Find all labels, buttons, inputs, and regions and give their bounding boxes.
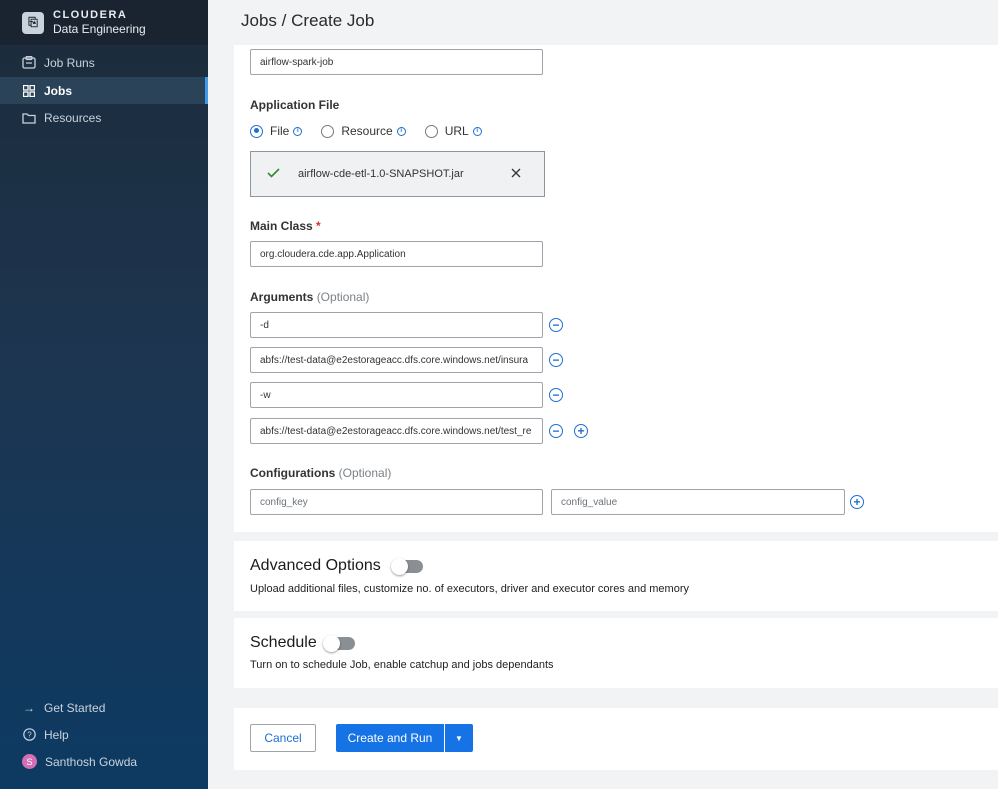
sidebar-item-label: Help <box>44 727 69 742</box>
argument-input[interactable]: -w <box>250 382 543 408</box>
create-and-run-button[interactable]: Create and Run <box>336 724 444 752</box>
help-icon: ? <box>22 728 36 742</box>
check-icon <box>267 167 280 181</box>
remove-argument-minus-icon[interactable]: − <box>549 353 563 367</box>
remove-argument-minus-icon[interactable]: − <box>549 318 563 332</box>
sidebar-item-jobs[interactable]: Jobs <box>0 77 208 104</box>
radio-file[interactable] <box>250 124 263 138</box>
advanced-options-card <box>234 541 998 611</box>
arrow-right-icon: → <box>23 700 35 715</box>
folder-icon <box>22 111 36 125</box>
sidebar-item-label: Jobs <box>44 83 73 98</box>
sidebar-item-resources[interactable]: Resources <box>0 104 208 131</box>
sidebar-item-label: Get Started <box>44 700 106 715</box>
add-config-plus-icon[interactable]: + <box>850 495 864 509</box>
chevron-down-icon: ▼ <box>455 733 463 743</box>
radio-url-label[interactable]: URL <box>445 124 469 138</box>
schedule-description: Turn on to schedule Job, enable catchup … <box>250 659 554 671</box>
arguments-label: Arguments (Optional) <box>250 290 369 304</box>
configurations-label-text: Configurations <box>250 466 336 480</box>
remove-argument-minus-icon[interactable]: − <box>549 388 563 402</box>
advanced-options-title: Advanced Options <box>250 557 381 574</box>
avatar: S <box>22 754 37 769</box>
create-options-dropdown[interactable]: ▼ <box>445 724 473 752</box>
main-class-input[interactable]: org.cloudera.cde.app.Application <box>250 241 543 267</box>
add-argument-plus-icon[interactable]: + <box>574 424 588 438</box>
config-value-input[interactable]: config_value <box>551 489 845 515</box>
info-icon[interactable]: i <box>472 126 482 136</box>
argument-input[interactable]: abfs://test-data@e2estorageacc.dfs.core.… <box>250 347 543 373</box>
radio-resource[interactable] <box>321 124 335 138</box>
brand-name: CLOUDERA <box>53 9 128 21</box>
config-key-input[interactable]: config_key <box>250 489 543 515</box>
sidebar-item-user[interactable]: S Santhosh Gowda <box>0 748 208 775</box>
job-name-input[interactable]: airflow-spark-job <box>250 49 543 75</box>
radio-file-label[interactable]: File <box>270 124 289 138</box>
grid-icon <box>22 84 36 98</box>
application-file-label: Application File <box>250 98 340 112</box>
configurations-label: Configurations (Optional) <box>250 466 391 480</box>
info-icon[interactable]: i <box>396 126 406 136</box>
sidebar-item-help[interactable]: ? Help <box>0 721 208 748</box>
optional-tag: (Optional) <box>316 290 370 304</box>
brand[interactable]: ⎘ CLOUDERA Data Engineering <box>0 0 208 45</box>
breadcrumb-separator: / <box>281 11 287 30</box>
uploaded-file-name: airflow-cde-etl-1.0-SNAPSHOT.jar <box>298 168 464 180</box>
cancel-button[interactable]: Cancel <box>250 724 316 752</box>
schedule-card <box>234 618 998 688</box>
required-mark: * <box>316 219 321 233</box>
job-form-card <box>234 45 998 532</box>
breadcrumb: Jobs / Create Job <box>241 11 374 31</box>
radio-resource-label[interactable]: Resource <box>341 124 392 138</box>
uploaded-file: airflow-cde-etl-1.0-SNAPSHOT.jar <box>250 151 545 197</box>
schedule-title: Schedule <box>250 634 317 651</box>
schedule-toggle[interactable] <box>323 635 355 652</box>
sidebar-item-label: Job Runs <box>44 55 95 70</box>
job-runs-icon <box>22 56 36 70</box>
svg-text:?: ? <box>27 731 32 740</box>
argument-input[interactable]: -d <box>250 312 543 338</box>
radio-url[interactable] <box>424 124 438 138</box>
brand-product: Data Engineering <box>53 22 146 36</box>
remove-argument-minus-icon[interactable]: − <box>549 424 563 438</box>
remove-file-close-icon[interactable] <box>511 168 521 181</box>
arguments-label-text: Arguments <box>250 290 314 304</box>
user-name: Santhosh Gowda <box>45 754 138 769</box>
main-class-label-text: Main Class <box>250 219 313 233</box>
advanced-options-toggle[interactable] <box>391 558 423 575</box>
page-title: Create Job <box>291 11 375 30</box>
main-class-label: Main Class * <box>250 219 321 233</box>
sidebar-item-label: Resources <box>44 110 102 125</box>
cloudera-logo-icon: ⎘ <box>22 11 44 34</box>
sidebar: ⎘ CLOUDERA Data Engineering Job Runs Job… <box>0 0 208 789</box>
advanced-options-description: Upload additional files, customize no. o… <box>250 583 689 595</box>
breadcrumb-jobs[interactable]: Jobs <box>241 11 277 30</box>
info-icon[interactable]: i <box>293 126 303 136</box>
application-file-options: File i Resource i URL i <box>250 124 501 138</box>
optional-tag: (Optional) <box>338 466 392 480</box>
sidebar-item-job-runs[interactable]: Job Runs <box>0 49 208 76</box>
argument-input[interactable]: abfs://test-data@e2estorageacc.dfs.core.… <box>250 418 543 444</box>
sidebar-item-get-started[interactable]: → Get Started <box>0 694 208 721</box>
